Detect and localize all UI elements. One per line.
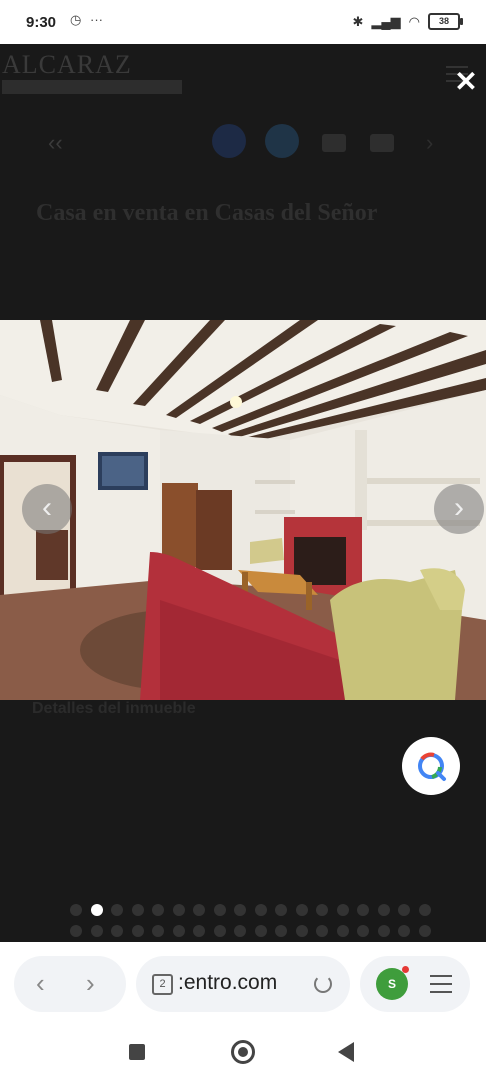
pagination-dot[interactable]: [131, 904, 144, 916]
pagination-dot[interactable]: [213, 925, 226, 937]
browser-forward-button[interactable]: ›: [86, 968, 95, 999]
clock-icon: ◷: [70, 12, 82, 27]
pagination-dot[interactable]: [398, 925, 410, 937]
pagination-dot[interactable]: [172, 904, 185, 916]
photo-pagination: [70, 904, 440, 944]
pagination-dot[interactable]: [357, 925, 369, 937]
url-text[interactable]: :entro.com: [178, 971, 277, 995]
status-icons: ✱ ▂▄▆ ◠ 38: [352, 13, 463, 30]
browser-actions: S: [360, 956, 470, 1012]
listing-title: Casa en venta en Casas del Señor: [36, 200, 378, 226]
pagination-dot[interactable]: [295, 904, 308, 916]
pagination-dot[interactable]: [316, 904, 328, 916]
pagination-dot[interactable]: [131, 925, 144, 937]
twitter-icon: [265, 124, 299, 158]
pagination-dot[interactable]: [111, 925, 123, 937]
pagination-dot[interactable]: [70, 904, 82, 916]
pagination-dot[interactable]: [357, 904, 369, 916]
logo-banner: [2, 80, 182, 94]
pagination-dot[interactable]: [275, 925, 287, 937]
pagination-dot[interactable]: [254, 925, 267, 937]
close-viewer-button[interactable]: ✕: [446, 62, 486, 102]
browser-toolbar: ‹ › 2 :entro.com S: [0, 942, 486, 1024]
pagination-dot[interactable]: [336, 925, 349, 937]
browser-nav-group: ‹ ›: [14, 956, 126, 1012]
living-room-photo: [0, 320, 486, 700]
pagination-dot[interactable]: [254, 904, 267, 916]
pagination-dot[interactable]: [172, 925, 185, 937]
pagination-dot[interactable]: [295, 925, 308, 937]
pagination-dot[interactable]: [213, 904, 226, 916]
details-heading: Detalles del inmueble: [32, 700, 196, 717]
pagination-dot[interactable]: [90, 925, 103, 937]
prev-photo-button[interactable]: ‹: [22, 484, 72, 534]
listing-photo[interactable]: [0, 320, 486, 700]
reload-icon[interactable]: [314, 975, 332, 993]
bluetooth-icon: ✱: [352, 13, 364, 29]
pagination-dot[interactable]: [90, 904, 103, 916]
notification-dot: [402, 966, 409, 973]
email-icon: [322, 134, 346, 152]
pagination-dot[interactable]: [398, 904, 410, 916]
pagination-dot[interactable]: [275, 904, 287, 916]
pagination-dot[interactable]: [111, 904, 123, 916]
chevron-right-icon: ›: [426, 130, 434, 155]
pagination-dot[interactable]: [193, 925, 205, 937]
address-bar[interactable]: 2 :entro.com: [136, 956, 350, 1012]
pagination-dot[interactable]: [234, 925, 246, 937]
extension-icon[interactable]: S: [376, 968, 408, 1000]
tab-count-icon[interactable]: 2: [152, 974, 173, 995]
more-dots-icon: ···: [90, 12, 103, 27]
pagination-dot[interactable]: [377, 925, 390, 937]
browser-back-button[interactable]: ‹: [36, 968, 45, 999]
home-button[interactable]: [231, 1040, 255, 1064]
pagination-dot[interactable]: [234, 904, 246, 916]
pagination-dot[interactable]: [152, 904, 164, 916]
share-row: ‹‹ ›: [0, 114, 486, 174]
system-back-button[interactable]: [338, 1042, 354, 1062]
recents-button[interactable]: [129, 1044, 145, 1060]
pagination-dot[interactable]: [377, 904, 390, 916]
lens-search-button[interactable]: [402, 737, 460, 795]
battery-icon: 38: [428, 13, 463, 30]
lens-icon: [418, 752, 446, 781]
status-time: 9:30: [26, 14, 57, 31]
browser-menu-icon[interactable]: [430, 975, 452, 999]
pagination-dot[interactable]: [193, 904, 205, 916]
status-bar: 9:30 ◷ ··· ✱ ▂▄▆ ◠ 38: [0, 0, 486, 44]
next-photo-button[interactable]: ›: [434, 484, 484, 534]
signal-icon: ▂▄▆: [371, 13, 401, 29]
pagination-dot[interactable]: [418, 925, 431, 937]
pagination-dot[interactable]: [316, 925, 328, 937]
pagination-dot[interactable]: [70, 925, 82, 937]
facebook-icon: [212, 124, 246, 158]
wifi-icon: ◠: [408, 13, 420, 29]
pagination-dot[interactable]: [418, 904, 431, 916]
pagination-dot[interactable]: [336, 904, 349, 916]
page-back-icon: ‹‹: [48, 130, 63, 155]
print-icon: [370, 134, 394, 152]
pagination-dot[interactable]: [152, 925, 164, 937]
system-nav-bar: [0, 1024, 486, 1080]
